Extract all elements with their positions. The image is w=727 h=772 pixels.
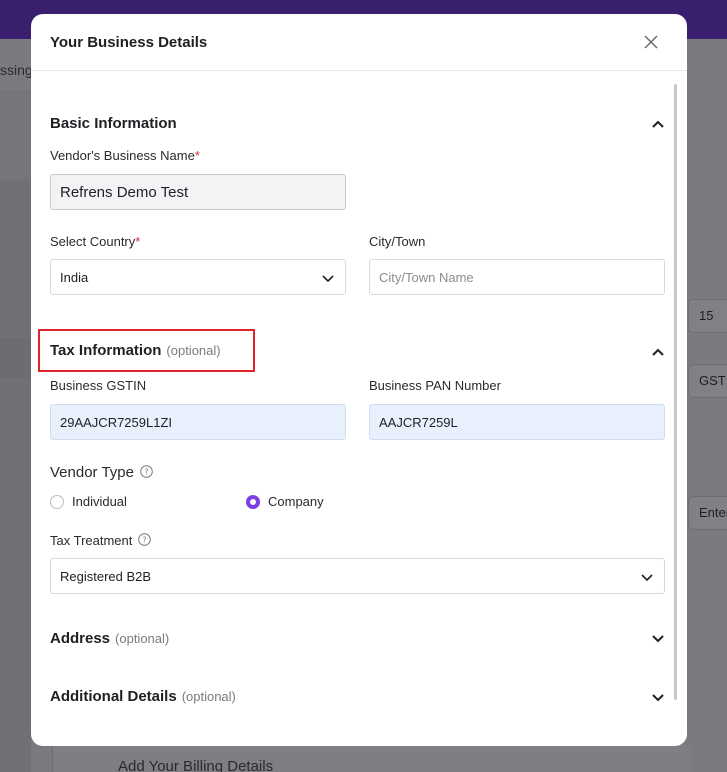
- vendor-type-label-text: Vendor Type: [50, 464, 134, 481]
- tax-treatment-value: Registered B2B: [60, 568, 152, 584]
- chevron-down-icon[interactable]: [651, 631, 665, 645]
- modal-header: Your Business Details: [31, 14, 687, 71]
- vendor-type-label: Vendor Type ?: [50, 464, 153, 481]
- business-name-label: Vendor's Business Name*: [50, 148, 200, 163]
- background-gst-field: GST: [688, 364, 727, 398]
- optional-label: (optional): [181, 689, 236, 704]
- business-details-modal: Your Business Details Basic Information …: [31, 14, 687, 746]
- additional-details-section-title[interactable]: Additional Details (optional): [50, 688, 236, 705]
- background-number-field: 15: [688, 299, 727, 333]
- background-billing-title: Add Your Billing Details: [118, 758, 274, 772]
- country-value: India: [60, 269, 89, 285]
- tax-information-title: Tax Information (optional): [50, 342, 221, 359]
- tax-treatment-label: Tax Treatment ?: [50, 533, 152, 548]
- background-left-strip: [0, 180, 31, 772]
- business-name-value: Refrens Demo Test: [60, 183, 189, 201]
- pan-input[interactable]: AAJCR7259L: [369, 404, 665, 440]
- country-select[interactable]: India: [50, 259, 346, 295]
- required-asterisk: *: [194, 148, 200, 163]
- optional-label: (optional): [166, 343, 221, 358]
- country-label: Select Country*: [50, 234, 140, 249]
- address-title-text: Address: [50, 630, 111, 647]
- modal-title: Your Business Details: [50, 34, 208, 51]
- business-name-label-text: Vendor's Business Name: [50, 148, 195, 163]
- chevron-up-icon[interactable]: [651, 345, 665, 359]
- country-label-text: Select Country: [50, 234, 136, 249]
- required-asterisk: *: [135, 234, 141, 249]
- city-input[interactable]: City/Town Name: [369, 259, 665, 295]
- tax-treatment-select[interactable]: Registered B2B: [50, 558, 665, 594]
- chevron-down-icon[interactable]: [651, 690, 665, 704]
- gstin-label: Business GSTIN: [50, 378, 147, 393]
- chevron-down-icon: [641, 574, 653, 582]
- radio-individual-label: Individual: [72, 494, 127, 509]
- chevron-up-icon[interactable]: [651, 117, 665, 131]
- radio-company-label: Company: [268, 494, 324, 509]
- basic-information-title: Basic Information: [50, 115, 177, 132]
- help-icon[interactable]: ?: [138, 533, 152, 546]
- gstin-value: 29AAJCR7259L1ZI: [60, 414, 173, 430]
- city-label: City/Town: [369, 234, 426, 249]
- city-placeholder: City/Town Name: [379, 269, 474, 285]
- gstin-input[interactable]: 29AAJCR7259L1ZI: [50, 404, 346, 440]
- address-section-title[interactable]: Address (optional): [50, 630, 169, 647]
- background-left-strip-item: [0, 338, 31, 378]
- background-enter-field: Enter: [688, 496, 727, 530]
- svg-text:?: ?: [143, 536, 147, 545]
- optional-label: (optional): [115, 631, 170, 646]
- background-text-fragment: ssing: [0, 62, 33, 78]
- business-name-input[interactable]: Refrens Demo Test: [50, 174, 346, 210]
- modal-scrollbar[interactable]: [674, 84, 677, 700]
- tax-information-title-text: Tax Information: [50, 342, 162, 359]
- help-icon[interactable]: ?: [140, 465, 153, 478]
- pan-label: Business PAN Number: [369, 378, 501, 393]
- chevron-down-icon: [322, 275, 334, 283]
- pan-value: AAJCR7259L: [379, 414, 458, 430]
- svg-text:?: ?: [144, 468, 148, 477]
- additional-details-title-text: Additional Details: [50, 688, 177, 705]
- tax-treatment-label-text: Tax Treatment: [50, 533, 133, 548]
- close-icon[interactable]: [643, 34, 659, 50]
- radio-circle-selected: [246, 494, 260, 509]
- radio-company[interactable]: Company: [246, 494, 324, 509]
- radio-individual[interactable]: Individual: [50, 494, 127, 509]
- radio-circle: [50, 494, 64, 509]
